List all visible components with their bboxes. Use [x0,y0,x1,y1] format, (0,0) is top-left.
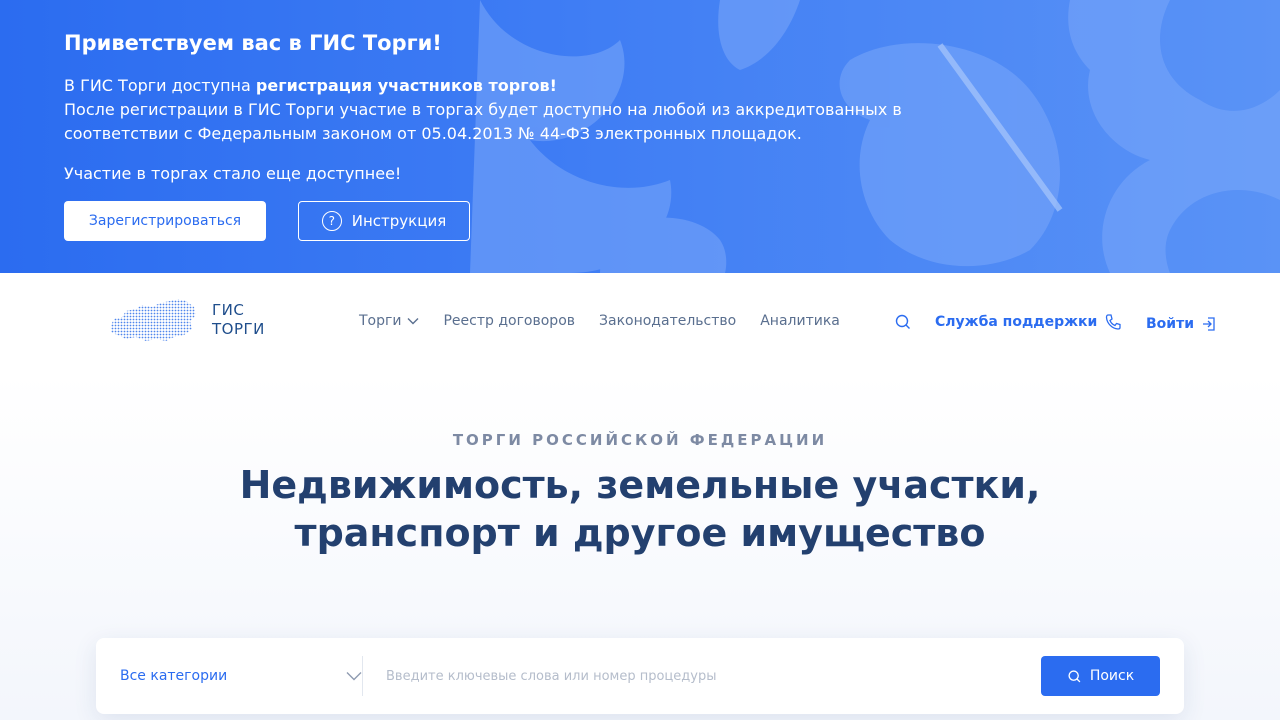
nav-item-legislation[interactable]: Законодательство [599,313,736,329]
search-button-label: Поиск [1089,668,1135,684]
search-divider [362,656,363,696]
site-header: ГИС ТОРГИ Торги Реестр договоров Законод… [0,273,1280,373]
banner-subtitle: Участие в торгах стало еще доступнее! [64,164,402,183]
banner-text-details: После регистрации в ГИС Торги участие в … [64,100,902,143]
logo-text: ГИС ТОРГИ [212,301,265,339]
question-icon: ? [321,211,342,231]
logo-text-line2: ТОРГИ [212,320,265,338]
chevron-down-icon [407,318,419,325]
banner-text-prefix: В ГИС Торги доступна [64,76,256,95]
instruction-button[interactable]: ? Инструкция [298,201,470,241]
nav-item-analytics[interactable]: Аналитика [760,313,840,329]
nav-item-label: Аналитика [760,313,840,329]
nav-item-label: Реестр договоров [443,313,576,329]
hero-title: Недвижимость, земельные участки, транспо… [0,461,1280,557]
login-label: Войти [1146,316,1195,332]
nav-item-label: Законодательство [599,313,737,329]
phone-icon[interactable] [1104,313,1122,331]
register-button[interactable]: Зарегистрироваться [64,201,266,241]
hero-title-line1: Недвижимость, земельные участки, [239,463,1041,507]
main-nav: Торги Реестр договоров Законодательство … [359,313,840,329]
login-icon [1203,317,1215,331]
search-icon[interactable] [894,313,912,331]
hero-kicker: ТОРГИ РОССИЙСКОЙ ФЕДЕРАЦИИ [452,431,828,449]
banner-text-bold: регистрация участников торгов! [255,76,557,95]
nav-item-trades[interactable]: Торги [359,313,419,329]
chevron-down-icon [346,672,362,681]
category-select[interactable]: Все категории [120,638,362,714]
banner-text: В ГИС Торги доступна регистрация участни… [64,74,904,146]
search-icon [1068,669,1081,682]
category-select-value: Все категории [120,668,228,684]
logo-text-line1: ГИС [212,301,245,319]
registration-banner: Приветствуем вас в ГИС Торги! В ГИС Торг… [0,0,1280,273]
instruction-label: Инструкция [351,212,447,230]
hero-title-line2: транспорт и другое имущество [294,511,986,555]
search-bar: Все категории Поиск [96,638,1184,714]
nav-item-contracts-registry[interactable]: Реестр договоров [443,313,575,329]
russia-map-icon [110,299,196,341]
banner-title: Приветствуем вас в ГИС Торги! [64,31,442,55]
nav-item-label: Торги [359,313,402,329]
login-button[interactable]: Войти [1146,316,1216,332]
logo[interactable]: ГИС ТОРГИ [108,297,265,343]
search-button[interactable]: Поиск [1041,656,1160,696]
support-link[interactable]: Служба поддержки [935,314,1097,330]
search-input[interactable] [386,658,1016,694]
